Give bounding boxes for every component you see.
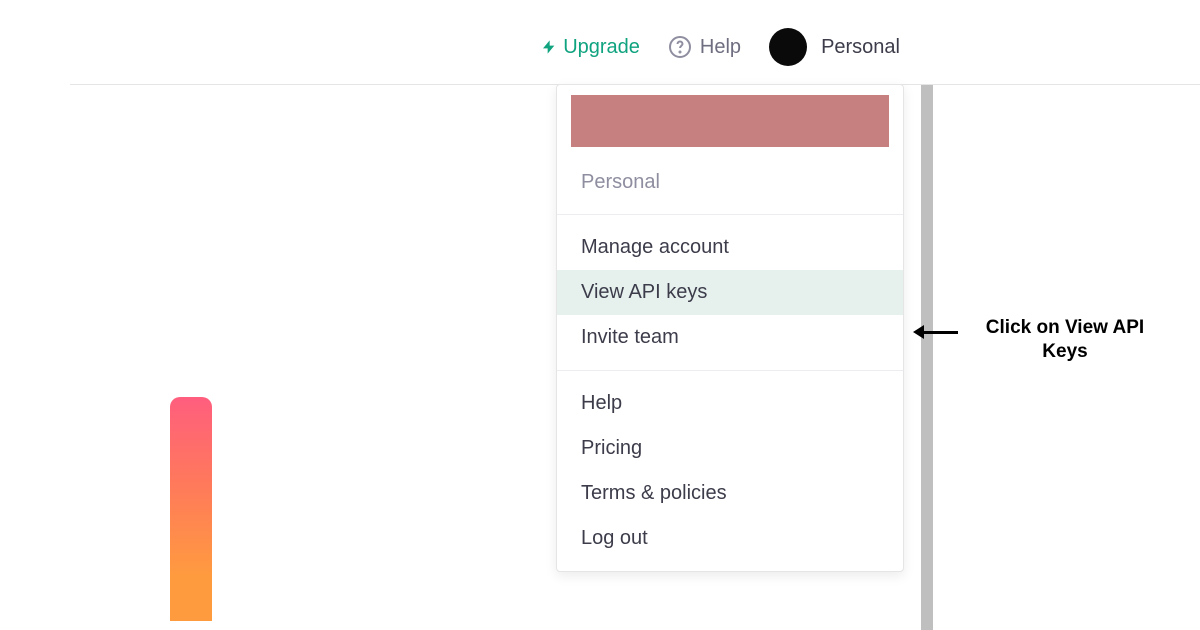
menu-item-log-out[interactable]: Log out xyxy=(557,516,903,561)
menu-section-support: Help Pricing Terms & policies Log out xyxy=(557,371,903,571)
annotation-arrow xyxy=(920,331,958,334)
avatar xyxy=(769,28,807,66)
menu-item-pricing[interactable]: Pricing xyxy=(557,426,903,471)
annotation-text: Click on View API Keys xyxy=(965,316,1165,364)
menu-account-label: Personal xyxy=(557,161,903,204)
help-button[interactable]: Help xyxy=(668,35,741,59)
question-circle-icon xyxy=(668,35,692,59)
scrollbar[interactable] xyxy=(921,85,933,630)
profile-label: Personal xyxy=(821,36,900,59)
menu-item-view-api-keys[interactable]: View API keys xyxy=(557,270,903,315)
redacted-user-info xyxy=(571,95,889,147)
account-dropdown-menu: Personal Manage account View API keys In… xyxy=(556,84,904,572)
arrow-head-icon xyxy=(913,325,924,339)
lightning-icon xyxy=(541,37,557,57)
menu-section-label: Personal xyxy=(557,151,903,215)
upgrade-button[interactable]: Upgrade xyxy=(541,36,640,59)
menu-item-terms-policies[interactable]: Terms & policies xyxy=(557,471,903,516)
menu-item-invite-team[interactable]: Invite team xyxy=(557,315,903,360)
top-header: Upgrade Help Personal xyxy=(0,0,1200,84)
menu-section-account: Manage account View API keys Invite team xyxy=(557,215,903,371)
upgrade-label: Upgrade xyxy=(563,36,640,59)
arrow-line-icon xyxy=(920,331,958,334)
menu-item-manage-account[interactable]: Manage account xyxy=(557,225,903,270)
menu-item-help[interactable]: Help xyxy=(557,381,903,426)
help-label: Help xyxy=(700,36,741,59)
profile-button[interactable]: Personal xyxy=(769,28,1160,66)
decorative-gradient-bar xyxy=(170,397,212,621)
